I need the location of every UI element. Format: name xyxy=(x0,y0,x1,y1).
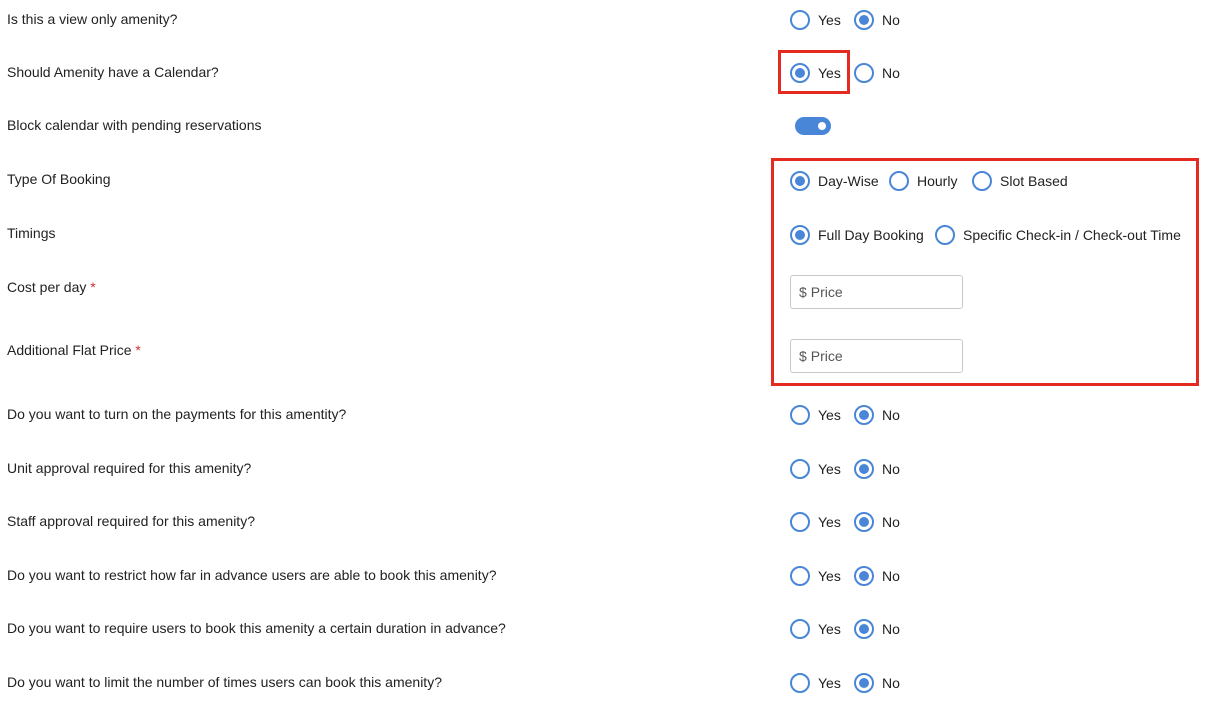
radio-option-label: No xyxy=(882,621,900,637)
require-duration-yes-radio[interactable]: Yes xyxy=(790,619,841,639)
required-mark: * xyxy=(90,279,96,295)
restrict-advance-label: Do you want to restrict how far in advan… xyxy=(7,567,497,583)
radio-circle-icon xyxy=(790,405,810,425)
dollar-icon: $ xyxy=(799,348,807,364)
calendar-no-radio[interactable]: No xyxy=(854,63,900,83)
staff-approval-no-radio[interactable]: No xyxy=(854,512,900,532)
flat-price-input[interactable] xyxy=(810,348,951,364)
radio-option-label: No xyxy=(882,407,900,423)
radio-circle-icon xyxy=(854,459,874,479)
dollar-icon: $ xyxy=(799,284,807,300)
view-only-yes-radio[interactable]: Yes xyxy=(790,10,841,30)
unit-approval-label: Unit approval required for this amenity? xyxy=(7,460,252,476)
cost-per-day-input[interactable] xyxy=(810,284,951,300)
payments-no-radio[interactable]: No xyxy=(854,405,900,425)
staff-approval-label: Staff approval required for this amenity… xyxy=(7,513,255,529)
radio-circle-icon xyxy=(935,225,955,245)
booking-type-hourly-radio[interactable]: Hourly xyxy=(889,171,957,191)
radio-option-label: Slot Based xyxy=(1000,173,1068,189)
radio-circle-icon xyxy=(854,566,874,586)
radio-option-label: No xyxy=(882,675,900,691)
radio-option-label: No xyxy=(882,12,900,28)
radio-circle-icon xyxy=(854,512,874,532)
limit-times-yes-radio[interactable]: Yes xyxy=(790,673,841,693)
block-calendar-label: Block calendar with pending reservations xyxy=(7,117,262,133)
radio-option-label: Yes xyxy=(818,65,841,81)
flat-price-label: Additional Flat Price * xyxy=(7,341,141,359)
require-duration-label: Do you want to require users to book thi… xyxy=(7,620,506,636)
radio-circle-icon xyxy=(854,405,874,425)
radio-option-label: Yes xyxy=(818,514,841,530)
radio-circle-icon xyxy=(854,10,874,30)
cost-per-day-label-text: Cost per day xyxy=(7,279,87,295)
limit-times-label: Do you want to limit the number of times… xyxy=(7,674,442,690)
radio-circle-icon xyxy=(790,63,810,83)
radio-circle-icon xyxy=(790,512,810,532)
radio-option-label: No xyxy=(882,514,900,530)
radio-option-label: Yes xyxy=(818,407,841,423)
timings-label: Timings xyxy=(7,225,56,241)
view-only-label: Is this a view only amenity? xyxy=(7,11,178,27)
view-only-no-radio[interactable]: No xyxy=(854,10,900,30)
radio-circle-icon xyxy=(790,225,810,245)
staff-approval-yes-radio[interactable]: Yes xyxy=(790,512,841,532)
required-mark: * xyxy=(135,342,141,358)
radio-circle-icon xyxy=(972,171,992,191)
radio-circle-icon xyxy=(854,673,874,693)
flat-price-label-text: Additional Flat Price xyxy=(7,342,132,358)
radio-circle-icon xyxy=(790,459,810,479)
flat-price-field[interactable]: $ xyxy=(790,339,963,373)
radio-option-label: No xyxy=(882,461,900,477)
amenity-settings-form: Is this a view only amenity? Yes No Shou… xyxy=(0,0,1231,715)
restrict-advance-no-radio[interactable]: No xyxy=(854,566,900,586)
unit-approval-yes-radio[interactable]: Yes xyxy=(790,459,841,479)
radio-circle-icon xyxy=(790,566,810,586)
radio-circle-icon xyxy=(854,63,874,83)
radio-circle-icon xyxy=(790,673,810,693)
radio-option-label: Yes xyxy=(818,461,841,477)
booking-type-slot-based-radio[interactable]: Slot Based xyxy=(972,171,1068,191)
radio-option-label: Hourly xyxy=(917,173,958,189)
payments-yes-radio[interactable]: Yes xyxy=(790,405,841,425)
radio-circle-icon xyxy=(889,171,909,191)
radio-option-label: Specific Check-in / Check-out Time xyxy=(963,227,1181,243)
radio-circle-icon xyxy=(854,619,874,639)
radio-circle-icon xyxy=(790,171,810,191)
limit-times-no-radio[interactable]: No xyxy=(854,673,900,693)
booking-type-day-wise-radio[interactable]: Day-Wise xyxy=(790,171,879,191)
require-duration-no-radio[interactable]: No xyxy=(854,619,900,639)
radio-option-label: Day-Wise xyxy=(818,173,879,189)
restrict-advance-yes-radio[interactable]: Yes xyxy=(790,566,841,586)
radio-circle-icon xyxy=(790,619,810,639)
booking-type-label: Type Of Booking xyxy=(7,171,111,187)
toggle-knob xyxy=(818,122,826,130)
radio-option-label: Yes xyxy=(818,568,841,584)
radio-option-label: Yes xyxy=(818,675,841,691)
radio-option-label: Full Day Booking xyxy=(818,227,924,243)
calendar-label: Should Amenity have a Calendar? xyxy=(7,64,219,80)
unit-approval-no-radio[interactable]: No xyxy=(854,459,900,479)
calendar-yes-radio[interactable]: Yes xyxy=(790,63,841,83)
radio-option-label: Yes xyxy=(818,621,841,637)
radio-option-label: No xyxy=(882,568,900,584)
payments-label: Do you want to turn on the payments for … xyxy=(7,406,347,422)
timings-full-day-radio[interactable]: Full Day Booking xyxy=(790,225,924,245)
cost-per-day-label: Cost per day * xyxy=(7,278,96,296)
radio-option-label: No xyxy=(882,65,900,81)
radio-option-label: Yes xyxy=(818,12,841,28)
timings-specific-time-radio[interactable]: Specific Check-in / Check-out Time xyxy=(935,225,1181,245)
block-calendar-toggle[interactable] xyxy=(795,117,831,135)
cost-per-day-field[interactable]: $ xyxy=(790,275,963,309)
radio-circle-icon xyxy=(790,10,810,30)
